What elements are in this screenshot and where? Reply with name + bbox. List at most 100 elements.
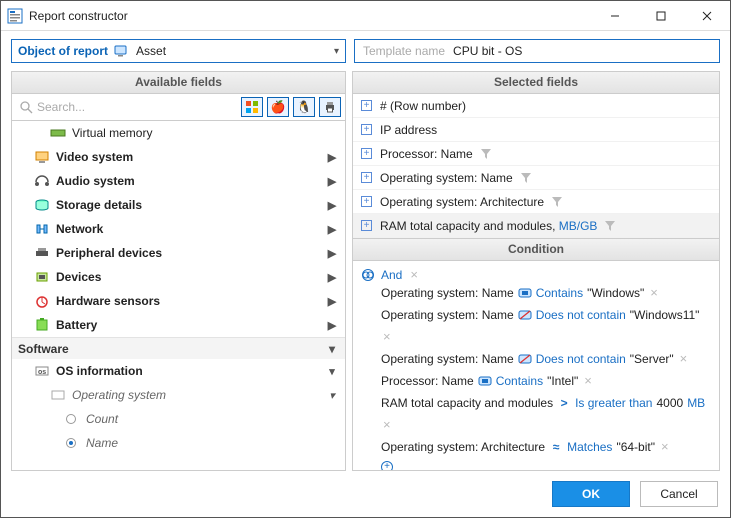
cond-operator[interactable]: Does not contain xyxy=(536,306,626,324)
selected-field-row[interactable]: +RAM total capacity and modules, MB/GB xyxy=(353,214,719,238)
condition-row[interactable]: Operating system: Name Contains "Windows… xyxy=(361,282,711,304)
tree-item[interactable]: Devices▶ xyxy=(12,265,345,289)
operator-icon: ≈ xyxy=(549,440,563,454)
condition-pane: Condition And × Operating system: Name C… xyxy=(353,238,719,470)
category-icon xyxy=(34,221,50,237)
cond-field: Operating system: Architecture xyxy=(381,438,545,456)
expand-field-icon[interactable]: + xyxy=(361,220,372,231)
filter-icon[interactable] xyxy=(521,173,531,183)
filter-printer-icon[interactable] xyxy=(319,97,341,117)
cond-operator[interactable]: Contains xyxy=(496,372,543,390)
remove-condition[interactable]: × xyxy=(381,328,391,346)
category-icon xyxy=(34,245,50,261)
expand-icon[interactable]: ▶ xyxy=(325,295,339,308)
root-op-label[interactable]: And xyxy=(381,268,402,282)
selected-field-row[interactable]: + Processor: Name xyxy=(353,142,719,166)
expand-icon[interactable]: ▶ xyxy=(325,151,339,164)
maximize-button[interactable] xyxy=(638,1,684,31)
minimize-button[interactable] xyxy=(592,1,638,31)
tree-item[interactable]: Battery▶ xyxy=(12,313,345,337)
tree-item[interactable]: Video system▶ xyxy=(12,145,345,169)
condition-root[interactable]: And × xyxy=(361,267,711,282)
add-condition-button[interactable]: + xyxy=(381,461,393,471)
svg-text:os: os xyxy=(38,369,46,376)
category-icon xyxy=(34,269,50,285)
condition-body[interactable]: And × Operating system: Name Contains "W… xyxy=(353,261,719,470)
remove-condition[interactable]: × xyxy=(582,372,592,390)
filter-icon[interactable] xyxy=(481,149,491,159)
cancel-button[interactable]: Cancel xyxy=(640,481,718,507)
tree-item[interactable]: Hardware sensors▶ xyxy=(12,289,345,313)
selected-list[interactable]: +# (Row number)+IP address+Processor: Na… xyxy=(353,94,719,238)
cond-value: "Intel" xyxy=(547,372,578,390)
expand-field-icon[interactable]: + xyxy=(361,124,372,135)
expand-field-icon[interactable]: + xyxy=(361,148,372,159)
tree-item[interactable]: Virtual memory xyxy=(12,121,345,145)
cond-operator[interactable]: Matches xyxy=(567,438,612,456)
cond-operator[interactable]: Does not contain xyxy=(536,350,626,368)
search-input[interactable]: Search... xyxy=(16,97,237,117)
cond-unit[interactable]: MB xyxy=(687,394,705,412)
software-group[interactable]: Software▾ xyxy=(12,337,345,359)
condition-row[interactable]: Operating system: Name Does not contain … xyxy=(361,348,711,370)
tree-label: Virtual memory xyxy=(72,126,152,140)
close-button[interactable] xyxy=(684,1,730,31)
object-label: Object of report xyxy=(18,44,108,58)
condition-row[interactable]: Operating system: Architecture ≈Matches … xyxy=(361,436,711,458)
condition-row[interactable]: Operating system: Name Does not contain … xyxy=(361,304,711,348)
cond-operator[interactable]: Is greater than xyxy=(575,394,652,412)
ok-button[interactable]: OK xyxy=(552,481,630,507)
expand-field-icon[interactable]: + xyxy=(361,196,372,207)
tree-item-os-info[interactable]: osOS information▾ xyxy=(12,359,345,383)
remove-root[interactable]: × xyxy=(408,267,418,282)
template-value: CPU bit - OS xyxy=(453,44,522,58)
template-label: Template name xyxy=(363,44,445,58)
cond-field: Processor: Name xyxy=(381,372,474,390)
expand-icon[interactable]: ▶ xyxy=(325,271,339,284)
app-icon xyxy=(7,8,23,24)
selected-field-row[interactable]: +Operating system: Architecture xyxy=(353,190,719,214)
expand-icon[interactable]: ▶ xyxy=(325,199,339,212)
filter-apple-icon[interactable]: 🍎 xyxy=(267,97,289,117)
tree-leaf-count[interactable]: Count xyxy=(12,407,345,431)
template-name-field[interactable]: Template name CPU bit - OS xyxy=(354,39,720,63)
report-constructor-window: Report constructor Object of report Asse… xyxy=(0,0,731,518)
expand-icon[interactable]: ▶ xyxy=(325,175,339,188)
tree-leaf-name[interactable]: Name xyxy=(12,431,345,455)
collapse-icon[interactable]: ▾ xyxy=(329,342,345,356)
filter-windows-icon[interactable] xyxy=(241,97,263,117)
object-of-report-combo[interactable]: Object of report Asset ▾ xyxy=(11,39,346,63)
selected-field-row[interactable]: +IP address xyxy=(353,118,719,142)
selected-field-row[interactable]: + Operating system: Name xyxy=(353,166,719,190)
tree-item[interactable]: Peripheral devices▶ xyxy=(12,241,345,265)
cond-field: Operating system: Name xyxy=(381,350,514,368)
remove-condition[interactable]: × xyxy=(381,416,391,434)
search-placeholder: Search... xyxy=(37,100,85,114)
expand-icon[interactable]: ▶ xyxy=(325,319,339,332)
window-title: Report constructor xyxy=(29,9,592,23)
condition-row[interactable]: Processor: Name Contains "Intel" × xyxy=(361,370,711,392)
field-label: Processor: Name xyxy=(380,147,473,161)
cond-operator[interactable]: Contains xyxy=(536,284,583,302)
selected-field-row[interactable]: +# (Row number) xyxy=(353,94,719,118)
filter-linux-icon[interactable]: 🐧 xyxy=(293,97,315,117)
tree-item-os[interactable]: Operating system▾ xyxy=(12,383,345,407)
field-link[interactable]: MB/GB xyxy=(559,219,598,233)
tree-item[interactable]: Network▶ xyxy=(12,217,345,241)
field-label: Operating system: Name xyxy=(380,171,513,185)
expand-icon[interactable]: ▶ xyxy=(325,247,339,260)
filter-icon[interactable] xyxy=(605,221,615,231)
expand-icon[interactable]: ▶ xyxy=(325,223,339,236)
collapse-icon[interactable]: ▾ xyxy=(325,365,339,378)
filter-icon[interactable] xyxy=(552,197,562,207)
tree-item[interactable]: Audio system▶ xyxy=(12,169,345,193)
remove-condition[interactable]: × xyxy=(659,438,669,456)
expand-field-icon[interactable]: + xyxy=(361,172,372,183)
collapse-icon[interactable]: ▾ xyxy=(325,389,339,402)
remove-condition[interactable]: × xyxy=(648,284,658,302)
available-tree[interactable]: Virtual memory Video system▶Audio system▶… xyxy=(12,121,345,470)
expand-field-icon[interactable]: + xyxy=(361,100,372,111)
remove-condition[interactable]: × xyxy=(678,350,688,368)
tree-item[interactable]: Storage details▶ xyxy=(12,193,345,217)
condition-row[interactable]: RAM total capacity and modules >Is great… xyxy=(361,392,711,436)
